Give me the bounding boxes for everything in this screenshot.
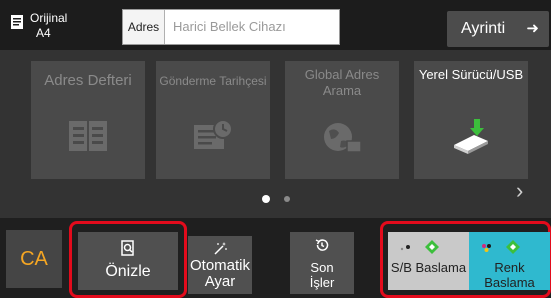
address-input[interactable]: Harici Bellek Cihazı: [167, 10, 337, 44]
bw-start-button[interactable]: S/B Baslama: [388, 232, 469, 290]
document-icon: [11, 15, 23, 29]
page-dot-active: [262, 195, 270, 203]
auto-set-label: Otomatik Ayar: [189, 257, 250, 290]
recent-jobs-label: Son İşler: [309, 260, 335, 290]
original-label: Orijinal: [30, 11, 68, 25]
preview-label: Önizle: [105, 263, 151, 280]
tile-label: Adres Defteri: [44, 72, 132, 89]
tile-send-history[interactable]: Gönderme Tarihçesi: [156, 61, 270, 179]
color-start-label: Renk Baslama: [484, 260, 535, 290]
ca-button[interactable]: CA: [6, 230, 62, 288]
history-icon: [315, 239, 329, 251]
chevron-right-icon[interactable]: ›: [516, 178, 536, 208]
auto-set-button[interactable]: Otomatik Ayar: [188, 236, 252, 294]
address-book-icon: [69, 121, 107, 151]
magic-wand-icon: [214, 242, 227, 255]
tile-address-book[interactable]: Adres Defteri: [31, 61, 145, 179]
send-history-icon: [194, 119, 233, 149]
bw-start-label: S/B Baslama: [390, 260, 467, 275]
color-start-button[interactable]: Renk Baslama: [469, 232, 550, 290]
tile-label: Gönderme Tarihçesi: [159, 74, 267, 88]
arrow-right-icon: ➜: [526, 20, 539, 37]
tile-label: Global Adres Arama: [304, 67, 380, 98]
bw-start-icon: [400, 240, 439, 254]
global-search-icon: [324, 123, 362, 153]
usb-drive-icon: [454, 119, 488, 154]
tile-local-drive-usb[interactable]: Yerel Sürücü/USB: [414, 61, 528, 179]
action-bar: CA Önizle Otomatik Ayar Son İşler S/B Ba…: [0, 218, 551, 298]
preview-button[interactable]: Önizle: [78, 232, 178, 290]
header-bar: Orijinal A4 Adres Harici Bellek Cihazı A…: [0, 0, 551, 50]
tile-label: Yerel Sürücü/USB: [418, 67, 524, 82]
detail-button[interactable]: Ayrinti ➜: [447, 11, 549, 47]
detail-button-label: Ayrinti: [461, 20, 506, 37]
color-start-icon: [482, 240, 520, 254]
address-field[interactable]: Adres Harici Bellek Cihazı: [122, 9, 340, 45]
recent-jobs-button[interactable]: Son İşler: [290, 232, 354, 294]
scan-screen: Orijinal A4 Adres Harici Bellek Cihazı A…: [0, 0, 551, 298]
original-setting[interactable]: Orijinal A4: [10, 10, 110, 42]
preview-icon: [121, 240, 134, 256]
page-indicator: [258, 195, 298, 205]
tile-global-address-search[interactable]: Global Adres Arama: [285, 61, 399, 179]
address-label: Adres: [123, 10, 165, 44]
page-dot[interactable]: [284, 196, 290, 202]
destination-area: Adres Defteri Gönderme Tarihçesi Global …: [0, 50, 551, 218]
original-size: A4: [36, 26, 51, 40]
